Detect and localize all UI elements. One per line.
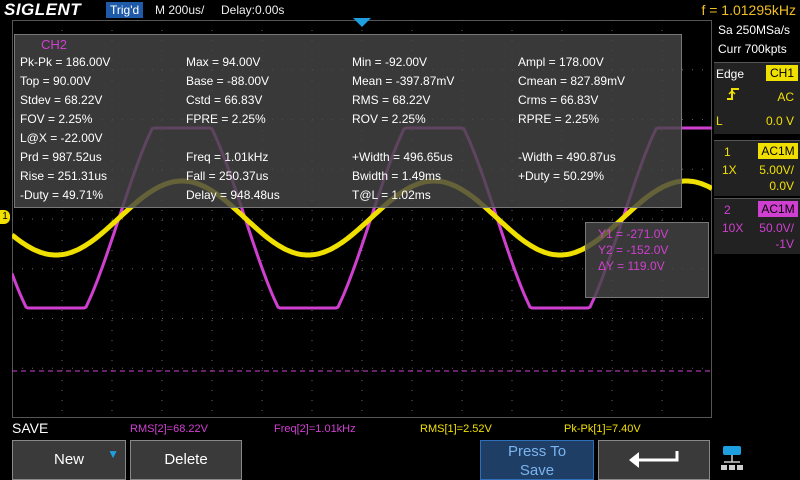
measurement-item: -Duty = 49.71% (20, 188, 104, 202)
delete-button[interactable]: Delete (130, 440, 242, 480)
delay-readout: Delay:0.00s (221, 3, 285, 17)
cursor-readout-panel: Y1 = -271.0V Y2 = -152.0V ΔY = 119.0V (585, 222, 709, 298)
press-to-save-line2: Save (519, 462, 555, 479)
trigger-settings-box[interactable]: Edge CH1 AC L 0.0 V (714, 62, 800, 134)
trigger-position-marker[interactable] (353, 18, 371, 27)
ch2-probe: 10X (722, 221, 744, 235)
ch2-number: 2 (724, 203, 731, 217)
measurement-item: Delay = 948.48us (186, 188, 280, 202)
trigger-type: Edge (716, 67, 745, 81)
measurement-item: Base = -88.00V (186, 74, 270, 88)
measurement-item: Stdev = 68.22V (20, 93, 103, 107)
quick-measure-item: RMS[1]=2.52V (420, 423, 492, 435)
measurement-item: FPRE = 2.25% (186, 112, 266, 126)
top-status-bar: SIGLENT Trig'd M 200us/ Delay:0.00s f = … (0, 0, 800, 20)
trigger-source-badge: CH1 (766, 65, 798, 81)
ch1-coupling-badge: AC1M (758, 143, 798, 159)
trigger-level: 0.0 V (765, 114, 794, 128)
measurement-panel: CH2 Pk-Pk = 186.00V Max = 94.00V Min = -92… (14, 34, 682, 208)
trigger-status-badge: Trig'd (106, 2, 144, 18)
memory-depth: Curr 700kpts (718, 42, 787, 56)
ch1-settings-box[interactable]: 1 AC1M 1X 5.00V/ 0.0V (714, 140, 800, 196)
lan-icon (721, 446, 743, 470)
ch2-scale: 50.0V/ (759, 221, 794, 235)
measurement-source: CH2 (41, 37, 68, 52)
measurement-item: Mean = -397.87mV (352, 74, 455, 88)
press-to-save-button[interactable]: Press To Save (480, 440, 594, 480)
back-button[interactable] (598, 440, 710, 480)
measurement-item: Bwidth = 1.49ms (352, 169, 442, 183)
cursor-y2-value: Y2 = -152.0V (598, 243, 669, 257)
measurement-item: Fall = 250.37us (186, 169, 269, 183)
trigger-level-label: L (716, 114, 723, 128)
measurement-item: +Width = 496.65us (352, 150, 453, 164)
measurement-item: ROV = 2.25% (352, 112, 426, 126)
quick-measure-item: Freq[2]=1.01kHz (274, 423, 356, 435)
new-button-label: New (53, 451, 84, 468)
sample-rate: Sa 250MSa/s (718, 23, 791, 37)
ch2-settings-box[interactable]: 2 AC1M 10X 50.0V/ -1V (714, 198, 800, 254)
frequency-counter: f = 1.01295kHz (701, 2, 796, 18)
measurement-item: Max = 94.00V (186, 55, 261, 69)
quick-measure-item: Pk-Pk[1]=7.40V (564, 423, 641, 435)
ch1-offset-marker[interactable]: 1 (0, 210, 10, 224)
measurement-item: +Duty = 50.29% (518, 169, 605, 183)
measurement-item: Prd = 987.52us (20, 150, 102, 164)
delete-button-label: Delete (164, 451, 208, 468)
measurement-item: Ampl = 178.00V (518, 55, 604, 69)
new-button[interactable]: New ▼ (12, 440, 126, 480)
measurement-item: Freq = 1.01kHz (186, 150, 269, 164)
rising-edge-icon (726, 87, 740, 104)
measurement-item: RMS = 68.22V (352, 93, 431, 107)
ch1-number: 1 (724, 145, 731, 159)
measurement-item: FOV = 2.25% (20, 112, 93, 126)
cursor-delta-value: ΔY = 119.0V (598, 259, 665, 273)
measurement-item: -Width = 490.87us (518, 150, 616, 164)
measurement-item: L@X = -22.00V (20, 131, 103, 145)
measurement-item: Rise = 251.31us (20, 169, 108, 183)
return-arrow-icon (629, 451, 679, 468)
right-info-panel: Sa 250MSa/s Curr 700kpts Edge CH1 AC L 0… (714, 20, 800, 440)
cursor-y1-value: Y1 = -271.0V (598, 227, 669, 241)
measurement-item: Cstd = 66.83V (186, 93, 263, 107)
ch1-offset: 0.0V (769, 179, 794, 193)
chevron-down-icon: ▼ (107, 447, 119, 461)
quick-measure-item: RMS[2]=68.22V (130, 423, 208, 435)
ch2-offset: -1V (775, 237, 794, 251)
ch2-coupling-badge: AC1M (758, 201, 798, 217)
measurement-item: Cmean = 827.89mV (518, 74, 626, 88)
measurement-item: Pk-Pk = 186.00V (20, 55, 111, 69)
measurement-item: Min = -92.00V (352, 55, 428, 69)
measurement-item: Crms = 66.83V (518, 93, 599, 107)
timebase-readout: M 200us/ (155, 3, 205, 17)
ch1-scale: 5.00V/ (759, 163, 794, 177)
trigger-coupling: AC (777, 90, 794, 104)
ch1-probe: 1X (722, 163, 737, 177)
press-to-save-line1: Press To (507, 443, 567, 460)
measurement-item: T@L = 1.02ms (352, 188, 431, 202)
brand-logo: SIGLENT (4, 0, 82, 19)
measurement-item: RPRE = 2.25% (518, 112, 600, 126)
measurement-item: Top = 90.00V (20, 74, 92, 88)
